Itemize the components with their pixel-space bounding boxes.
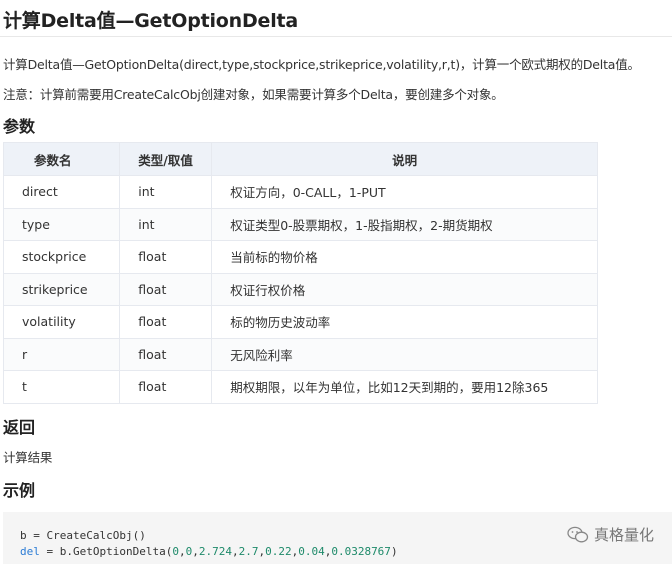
title-divider — [0, 36, 672, 37]
usage-note: 注意：计算前需要用CreateCalcObj创建对象，如果需要计算多个Delta… — [3, 87, 504, 102]
param-description: 权证行权价格 — [211, 272, 598, 306]
table-row: r float 无风险利率 — [2, 337, 598, 371]
code-close-paren: ) — [390, 545, 398, 558]
code-arg: 0.0328767 — [331, 545, 391, 558]
example-heading: 示例 — [3, 481, 36, 500]
param-type: float — [119, 337, 213, 371]
header-type: 类型/取值 — [119, 142, 213, 176]
code-variable: del — [20, 545, 40, 558]
page-title: 计算Delta值—GetOptionDelta — [3, 10, 299, 32]
param-type: int — [119, 175, 213, 209]
code-arg: 0.04 — [298, 545, 325, 558]
code-line-2: del = b.GetOptionDelta(0,0,2.724,2.7,0.2… — [20, 545, 398, 558]
param-name: stockprice — [2, 240, 121, 274]
watermark-text: 真格量化 — [593, 526, 654, 544]
param-name: t — [2, 370, 121, 404]
header-description: 说明 — [211, 142, 598, 176]
watermark: 真格量化 — [567, 524, 654, 545]
param-name: direct — [2, 175, 121, 209]
params-table: 参数名 类型/取值 说明 direct int 权证方向，0-CALL，1-PU… — [2, 142, 598, 404]
code-arg: 2.724 — [198, 545, 232, 558]
table-row: stockprice float 当前标的物价格 — [2, 240, 598, 274]
code-line-1: b = CreateCalcObj() — [20, 529, 146, 542]
function-description: 计算Delta值—GetOptionDelta(direct,type,stoc… — [3, 57, 640, 72]
code-arg: 0 — [185, 545, 193, 558]
table-row: direct int 权证方向，0-CALL，1-PUT — [2, 175, 598, 209]
param-description: 期权期限，以年为单位，比如12天到期的，要用12除365 — [211, 370, 598, 404]
code-call: = b.GetOptionDelta( — [39, 545, 173, 558]
wechat-icon — [567, 526, 589, 542]
param-description: 标的物历史波动率 — [211, 305, 598, 339]
param-description: 当前标的物价格 — [211, 240, 598, 274]
param-description: 权证方向，0-CALL，1-PUT — [211, 175, 598, 209]
table-row: volatility float 标的物历史波动率 — [2, 305, 598, 339]
table-row: strikeprice float 权证行权价格 — [2, 272, 598, 306]
param-type: int — [119, 207, 213, 241]
param-type: float — [119, 240, 213, 274]
param-type: float — [119, 272, 213, 306]
param-type: float — [119, 370, 213, 404]
param-name: r — [2, 337, 121, 371]
params-heading: 参数 — [3, 117, 36, 136]
table-row: t float 期权期限，以年为单位，比如12天到期的，要用12除365 — [2, 370, 598, 404]
param-name: type — [2, 207, 121, 241]
return-text: 计算结果 — [3, 450, 53, 465]
code-arg: 0 — [172, 545, 179, 558]
table-row: type int 权证类型0-股票期权，1-股指期权，2-期货期权 — [2, 207, 598, 241]
document-page: 计算Delta值—GetOptionDelta 计算Delta值—GetOpti… — [0, 0, 672, 564]
header-param-name: 参数名 — [2, 142, 121, 176]
param-name: volatility — [2, 305, 121, 339]
param-description: 无风险利率 — [211, 337, 598, 371]
param-description: 权证类型0-股票期权，1-股指期权，2-期货期权 — [211, 207, 598, 241]
return-heading: 返回 — [3, 418, 36, 437]
code-arg: 0.22 — [265, 545, 292, 558]
table-header-row: 参数名 类型/取值 说明 — [2, 142, 598, 176]
param-type: float — [119, 305, 213, 339]
code-arg: 2.7 — [238, 545, 259, 558]
param-name: strikeprice — [2, 272, 121, 306]
